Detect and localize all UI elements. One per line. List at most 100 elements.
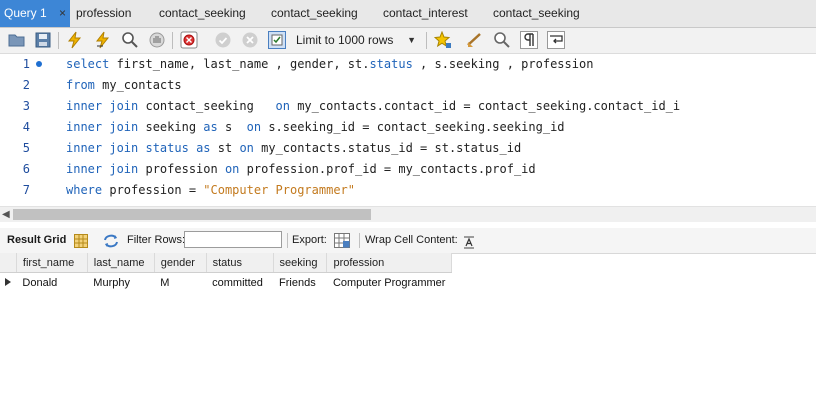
cell[interactable]: Donald: [16, 273, 87, 293]
grid-header: first_name last_name gender status seeki…: [0, 253, 452, 273]
sql-keyword: on: [275, 99, 290, 113]
tab-label: contact_seeking: [493, 6, 580, 20]
tab-label: Query 1: [4, 6, 47, 20]
wrap-icon[interactable]: [547, 31, 565, 49]
stop-icon[interactable]: [148, 31, 166, 49]
sql-keyword: on: [224, 162, 240, 176]
tab-label: contact_interest: [383, 6, 468, 20]
refresh-icon[interactable]: [103, 233, 119, 248]
sql-keyword: on: [239, 141, 254, 155]
sql-text: s: [217, 120, 247, 134]
code-text: where profession = "Computer Programmer": [66, 180, 355, 201]
sql-keyword: inner join: [66, 141, 139, 155]
table-row[interactable]: Donald Murphy M committed Friends Comput…: [0, 272, 452, 293]
line-number: 2: [22, 78, 30, 92]
tab-label: contact_seeking: [271, 6, 358, 20]
filter-rows-input[interactable]: [184, 231, 282, 248]
code-text: inner join contact_seeking on my_contact…: [66, 96, 680, 117]
find-icon[interactable]: [493, 31, 511, 49]
sql-text: my_contacts.status_id = st.status_id: [253, 141, 522, 155]
column-header[interactable]: seeking: [273, 253, 328, 273]
wrap-cell-icon[interactable]: [463, 234, 475, 249]
scrollbar-thumb[interactable]: [13, 209, 371, 220]
line-number: 3: [22, 99, 30, 113]
code-line[interactable]: 4 inner join seeking as s on s.seeking_id…: [0, 117, 816, 138]
cell[interactable]: committed: [206, 273, 273, 293]
horizontal-scrollbar[interactable]: ◀: [0, 206, 816, 222]
column-header[interactable]: profession: [326, 253, 452, 273]
tab-query-1[interactable]: Query 1 ×: [0, 0, 70, 27]
limit-rows-value: Limit to 1000 rows: [296, 33, 394, 47]
result-grid: first_name last_name gender status seeki…: [0, 253, 452, 292]
cell[interactable]: Friends: [273, 273, 327, 293]
tab-contact-seeking-3[interactable]: contact_seeking: [493, 0, 580, 27]
sql-keyword: as: [203, 120, 218, 134]
save-icon[interactable]: [34, 31, 52, 49]
sql-text: , s.seeking , profession: [412, 57, 594, 71]
tab-profession[interactable]: profession: [76, 0, 131, 27]
column-header[interactable]: first_name: [16, 253, 88, 273]
code-line[interactable]: 5 inner join status as st on my_contacts.…: [0, 138, 816, 159]
code-text: select first_name, last_name , gender, s…: [66, 54, 593, 75]
sql-keyword: status: [369, 57, 413, 71]
snippet-icon[interactable]: [466, 31, 484, 49]
code-line[interactable]: 2 from my_contacts: [0, 75, 816, 96]
result-toolbar: Result Grid Filter Rows: Export: Wrap Ce…: [0, 228, 816, 254]
result-grid-label[interactable]: Result Grid: [7, 228, 66, 253]
tab-contact-seeking[interactable]: contact_seeking: [159, 0, 246, 27]
export-icon[interactable]: [334, 233, 350, 248]
cell[interactable]: Murphy: [87, 273, 154, 293]
line-number: 5: [22, 141, 30, 155]
invisible-chars-icon[interactable]: [520, 31, 538, 49]
tab-label: profession: [76, 6, 132, 20]
code-text: from my_contacts: [66, 75, 182, 96]
sql-text: profession: [138, 162, 225, 176]
code-line[interactable]: 3 inner join contact_seeking on my_contac…: [0, 96, 816, 117]
code-line[interactable]: 1 select first_name, last_name , gender, …: [0, 54, 816, 75]
line-number: 1: [22, 57, 30, 71]
code-line[interactable]: 7 where profession = "Computer Programmer…: [0, 180, 816, 201]
filter-rows-label: Filter Rows:: [127, 234, 186, 246]
tab-bar: Query 1 × profession contact_seeking con…: [0, 0, 816, 28]
code-text: inner join status as st on my_contacts.s…: [66, 138, 521, 159]
scroll-left-icon[interactable]: ◀: [2, 207, 10, 222]
rollback-icon[interactable]: [241, 31, 259, 49]
beautify-icon[interactable]: [434, 31, 452, 49]
tab-contact-interest[interactable]: contact_interest: [383, 0, 468, 27]
execute-icon[interactable]: [66, 31, 84, 49]
wrap-cell-label: Wrap Cell Content:: [365, 234, 458, 246]
tab-contact-seeking-2[interactable]: contact_seeking: [271, 0, 358, 27]
limit-rows-select[interactable]: Limit to 1000 rows ▼: [296, 31, 422, 49]
sql-editor[interactable]: 1 select first_name, last_name , gender, …: [0, 54, 816, 206]
sql-keyword: from: [66, 78, 95, 92]
code-line[interactable]: 6 inner join profession on profession.pro…: [0, 159, 816, 180]
execute-current-icon[interactable]: [94, 31, 112, 49]
sql-text: first_name, last_name , gender, st.: [109, 57, 370, 71]
explain-icon[interactable]: [121, 31, 139, 49]
cell[interactable]: M: [154, 273, 206, 293]
close-icon[interactable]: ×: [59, 0, 66, 27]
sql-text: s.seeking_id = contact_seeking.seeking_i…: [261, 120, 565, 134]
grid-view-icon[interactable]: [74, 233, 88, 248]
sql-keyword: inner join: [66, 162, 139, 176]
sql-keyword: on: [246, 120, 262, 134]
tab-label: contact_seeking: [159, 6, 246, 20]
sql-text: my_contacts.contact_id = contact_seeking…: [289, 99, 681, 113]
sql-keyword: inner join: [66, 120, 139, 134]
column-header[interactable]: last_name: [87, 253, 155, 273]
cell[interactable]: Computer Programmer: [327, 273, 452, 293]
code-text: inner join seeking as s on s.seeking_id …: [66, 117, 565, 138]
column-header[interactable]: gender: [154, 253, 207, 273]
column-header[interactable]: status: [206, 253, 274, 273]
sql-text: profession =: [102, 183, 204, 197]
folder-open-icon[interactable]: [8, 31, 26, 49]
row-header-corner[interactable]: [0, 253, 17, 273]
toggle-continue-icon[interactable]: [180, 31, 198, 49]
row-pointer-icon: [0, 272, 17, 292]
sql-keyword: select: [66, 57, 110, 71]
line-number: 6: [22, 162, 30, 176]
autocommit-icon[interactable]: [268, 31, 286, 49]
code-text: inner join profession on profession.prof…: [66, 159, 536, 180]
commit-icon[interactable]: [214, 31, 232, 49]
